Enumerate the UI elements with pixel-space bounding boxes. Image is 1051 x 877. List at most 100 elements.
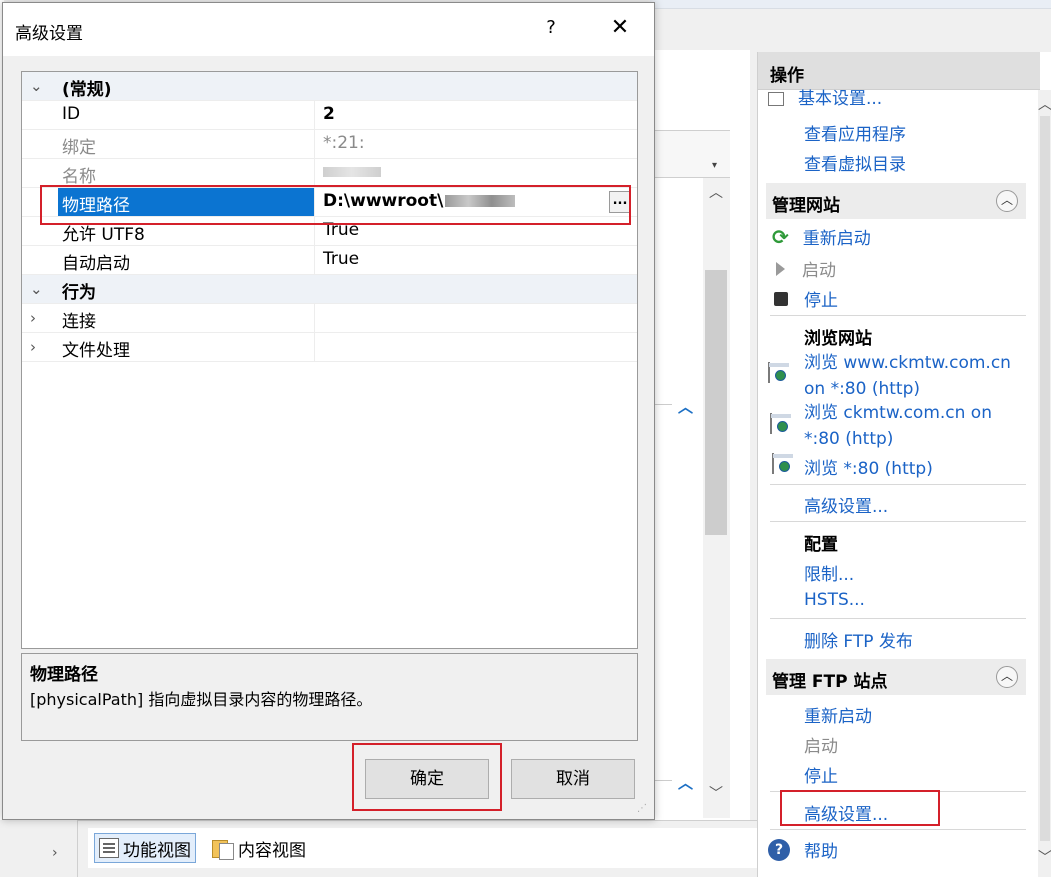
- background-toolbar: [650, 9, 1051, 49]
- action-limits[interactable]: 限制...: [804, 560, 854, 585]
- action-ftp-restart[interactable]: 重新启动: [804, 702, 872, 727]
- category-general[interactable]: ⌄ (常规): [22, 72, 637, 101]
- action-view-applications[interactable]: 查看应用程序: [804, 120, 906, 145]
- content-view-icon: [212, 838, 234, 860]
- property-name: 自动启动: [58, 246, 315, 274]
- redacted-value: [323, 167, 381, 177]
- property-row-id[interactable]: ID 2: [22, 101, 637, 130]
- collapse-category-icon[interactable]: ⌄: [30, 77, 43, 95]
- property-value[interactable]: True: [315, 217, 637, 245]
- action-basic-settings-label: 基本设置...: [798, 89, 883, 107]
- action-site-stop[interactable]: 停止: [774, 286, 838, 311]
- collapse-category-icon[interactable]: ⌄: [30, 280, 43, 298]
- dialog-titlebar[interactable]: 高级设置 ? ✕: [3, 3, 654, 56]
- action-ftp-stop[interactable]: 停止: [804, 762, 838, 787]
- actions-scroll-thumb[interactable]: [1040, 116, 1050, 841]
- scroll-up-icon[interactable]: ︿: [1038, 94, 1051, 114]
- action-site-advanced-settings[interactable]: 高级设置...: [804, 492, 888, 517]
- property-group-file-handling[interactable]: › 文件处理: [22, 333, 637, 362]
- features-scroll-thumb[interactable]: [705, 270, 727, 535]
- row-gutter: [22, 217, 58, 245]
- connections-pane-footer: [0, 820, 78, 877]
- browse-path-button[interactable]: ...: [609, 191, 631, 213]
- collapse-icon[interactable]: ︿: [996, 666, 1018, 688]
- property-value[interactable]: True: [315, 246, 637, 274]
- property-name: 物理路径: [58, 188, 315, 216]
- action-ftp-advanced-settings[interactable]: 高级设置...: [804, 800, 888, 825]
- help-button[interactable]: ?: [538, 17, 564, 43]
- background-title-strip: [650, 0, 1051, 9]
- ok-button[interactable]: 确定: [365, 759, 489, 799]
- divider: [770, 315, 1026, 316]
- divider: [770, 484, 1026, 485]
- close-button[interactable]: ✕: [607, 17, 633, 43]
- category-label: (常规): [58, 72, 315, 100]
- action-ftp-start: 启动: [804, 737, 838, 757]
- browse-icon: [770, 413, 772, 434]
- divider: [770, 791, 1026, 792]
- tab-features-view[interactable]: 功能视图: [94, 833, 196, 863]
- config-title: 配置: [804, 535, 838, 555]
- action-remove-ftp[interactable]: 删除 FTP 发布: [804, 627, 913, 652]
- property-row-allow-utf8[interactable]: 允许 UTF8 True: [22, 217, 637, 246]
- action-basic-settings[interactable]: 基本设置...: [768, 88, 882, 106]
- expand-group-icon[interactable]: ›: [30, 338, 36, 356]
- section-manage-ftp: 管理 FTP 站点 ︿: [766, 659, 1026, 695]
- description-text: [physicalPath] 指向虚拟目录内容的物理路径。: [30, 690, 373, 709]
- section-manage-site-title: 管理网站: [772, 196, 840, 216]
- property-row-binding[interactable]: 绑定 *:21:: [22, 130, 637, 159]
- property-name: 绑定: [58, 130, 315, 158]
- collapse-group-icon[interactable]: ︿: [678, 396, 693, 417]
- features-view-icon: [99, 838, 119, 858]
- action-help[interactable]: ? 帮助: [768, 837, 838, 862]
- description-title: 物理路径: [30, 665, 98, 685]
- settings-page-icon: [768, 92, 784, 106]
- action-browse-www[interactable]: 浏览 www.ckmtw.com.cn on *:80 (http): [804, 350, 1011, 402]
- physical-path-value: D:\wwwroot\: [323, 191, 444, 211]
- action-hsts[interactable]: HSTS...: [804, 590, 865, 610]
- row-gutter: ⌄: [22, 275, 58, 303]
- cancel-button[interactable]: 取消: [511, 759, 635, 799]
- property-value: [315, 304, 637, 332]
- property-value-field[interactable]: D:\wwwroot\ ...: [315, 188, 637, 216]
- scroll-right-icon[interactable]: ›: [52, 845, 58, 861]
- restart-icon: ⟳: [772, 224, 789, 249]
- row-gutter: ⌄: [22, 72, 58, 100]
- row-gutter: [22, 130, 58, 158]
- action-browse-domain[interactable]: 浏览 ckmtw.com.cn on *:80 (http): [804, 400, 992, 452]
- action-site-start: 启动: [776, 256, 836, 281]
- property-row-physical-path[interactable]: 物理路径 D:\wwwroot\ ...: [22, 188, 637, 217]
- category-value: [315, 275, 637, 303]
- property-row-name[interactable]: 名称: [22, 159, 637, 188]
- tab-features-label: 功能视图: [123, 840, 191, 861]
- property-row-auto-start[interactable]: 自动启动 True: [22, 246, 637, 275]
- section-manage-ftp-title: 管理 FTP 站点: [772, 672, 888, 692]
- action-browse-www-line2: on *:80 (http): [804, 379, 921, 399]
- help-icon: ?: [768, 838, 790, 861]
- property-name: 文件处理: [58, 333, 315, 361]
- action-site-restart[interactable]: ⟳ 重新启动: [772, 224, 871, 250]
- scroll-down-icon[interactable]: ﹀: [1038, 847, 1051, 867]
- resize-grip-icon[interactable]: ⋰: [637, 803, 653, 819]
- row-gutter: [22, 246, 58, 274]
- expand-group-icon[interactable]: ›: [30, 309, 36, 327]
- stop-icon: [774, 291, 788, 306]
- category-behavior[interactable]: ⌄ 行为: [22, 275, 637, 304]
- tab-content-view[interactable]: 内容视图: [208, 833, 310, 863]
- property-grid: ⌄ (常规) ID 2 绑定 *:21: 名称 物理路径 D:\wwwroot\: [21, 71, 638, 649]
- category-value: [315, 72, 637, 100]
- property-name: 连接: [58, 304, 315, 332]
- view-tabs: 功能视图 内容视图: [88, 828, 758, 868]
- property-value: *:21:: [323, 133, 365, 153]
- scroll-up-icon[interactable]: ︿: [705, 182, 727, 204]
- property-value[interactable]: 2: [315, 101, 637, 129]
- property-group-connections[interactable]: › 连接: [22, 304, 637, 333]
- action-view-virtual-dirs[interactable]: 查看虚拟目录: [804, 150, 906, 175]
- action-browse-all[interactable]: 浏览 *:80 (http): [804, 454, 933, 479]
- actions-panel: 操作 ︿ ﹀ 基本设置... 查看应用程序 查看虚拟目录 管理网站 ︿ ⟳ 重新…: [757, 52, 1051, 877]
- collapse-icon[interactable]: ︿: [996, 190, 1018, 212]
- collapse-group-icon[interactable]: ︿: [678, 772, 693, 793]
- dropdown-arrow-icon[interactable]: ▾: [712, 160, 724, 174]
- property-name: ID: [58, 101, 315, 129]
- scroll-down-icon[interactable]: ﹀: [705, 783, 727, 805]
